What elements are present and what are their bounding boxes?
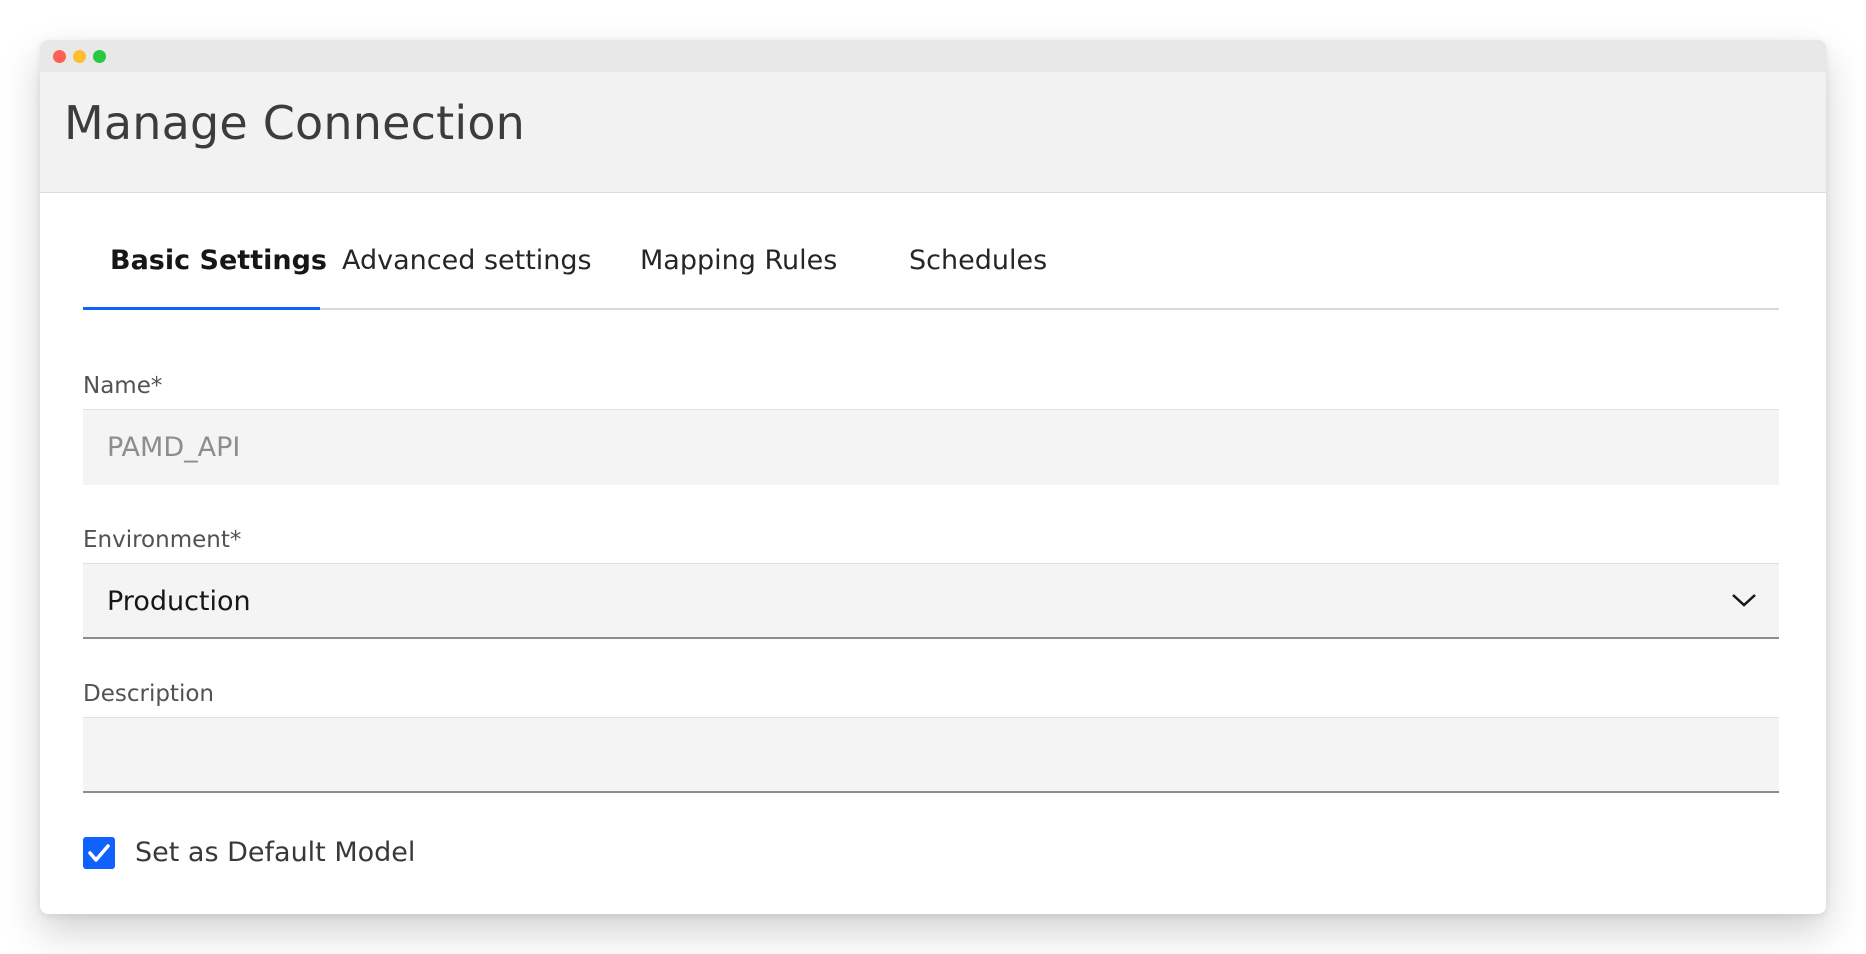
tab-advanced-settings[interactable]: Advanced settings [342,245,592,300]
name-label: Name* [83,373,163,399]
default-model-row: Set as Default Model [83,835,1779,875]
environment-select[interactable]: Production [83,563,1779,639]
chevron-down-icon [1732,594,1756,607]
name-field[interactable] [107,410,1707,486]
tab-label: Schedules [909,245,1048,276]
tab-label: Mapping Rules [640,245,838,276]
window-titlebar [40,40,1826,72]
form-content: Basic Settings Advanced settings Mapping… [40,193,1826,875]
manage-connection-window: Manage Connection Basic Settings Advance… [40,40,1826,914]
maximize-window-button[interactable] [93,50,106,63]
description-field[interactable] [107,718,1707,794]
tab-mapping-rules[interactable]: Mapping Rules [640,245,837,300]
page-header: Manage Connection [40,72,1826,193]
tab-schedules[interactable]: Schedules [909,245,1047,300]
name-field-container [83,409,1779,486]
page-title: Manage Connection [64,96,526,150]
close-window-button[interactable] [53,50,66,63]
default-model-checkbox[interactable] [83,837,115,869]
tab-bar: Basic Settings Advanced settings Mapping… [83,193,1779,310]
description-label: Description [83,681,214,707]
default-model-label: Set as Default Model [135,837,416,868]
environment-selected-value: Production [107,586,251,617]
active-tab-indicator [83,307,320,310]
checkmark-icon [88,844,110,862]
description-field-container [83,717,1779,794]
minimize-window-button[interactable] [73,50,86,63]
tab-label: Advanced settings [342,245,592,276]
tab-basic-settings[interactable]: Basic Settings [110,245,327,300]
tab-label: Basic Settings [110,245,327,276]
environment-label: Environment* [83,527,242,553]
